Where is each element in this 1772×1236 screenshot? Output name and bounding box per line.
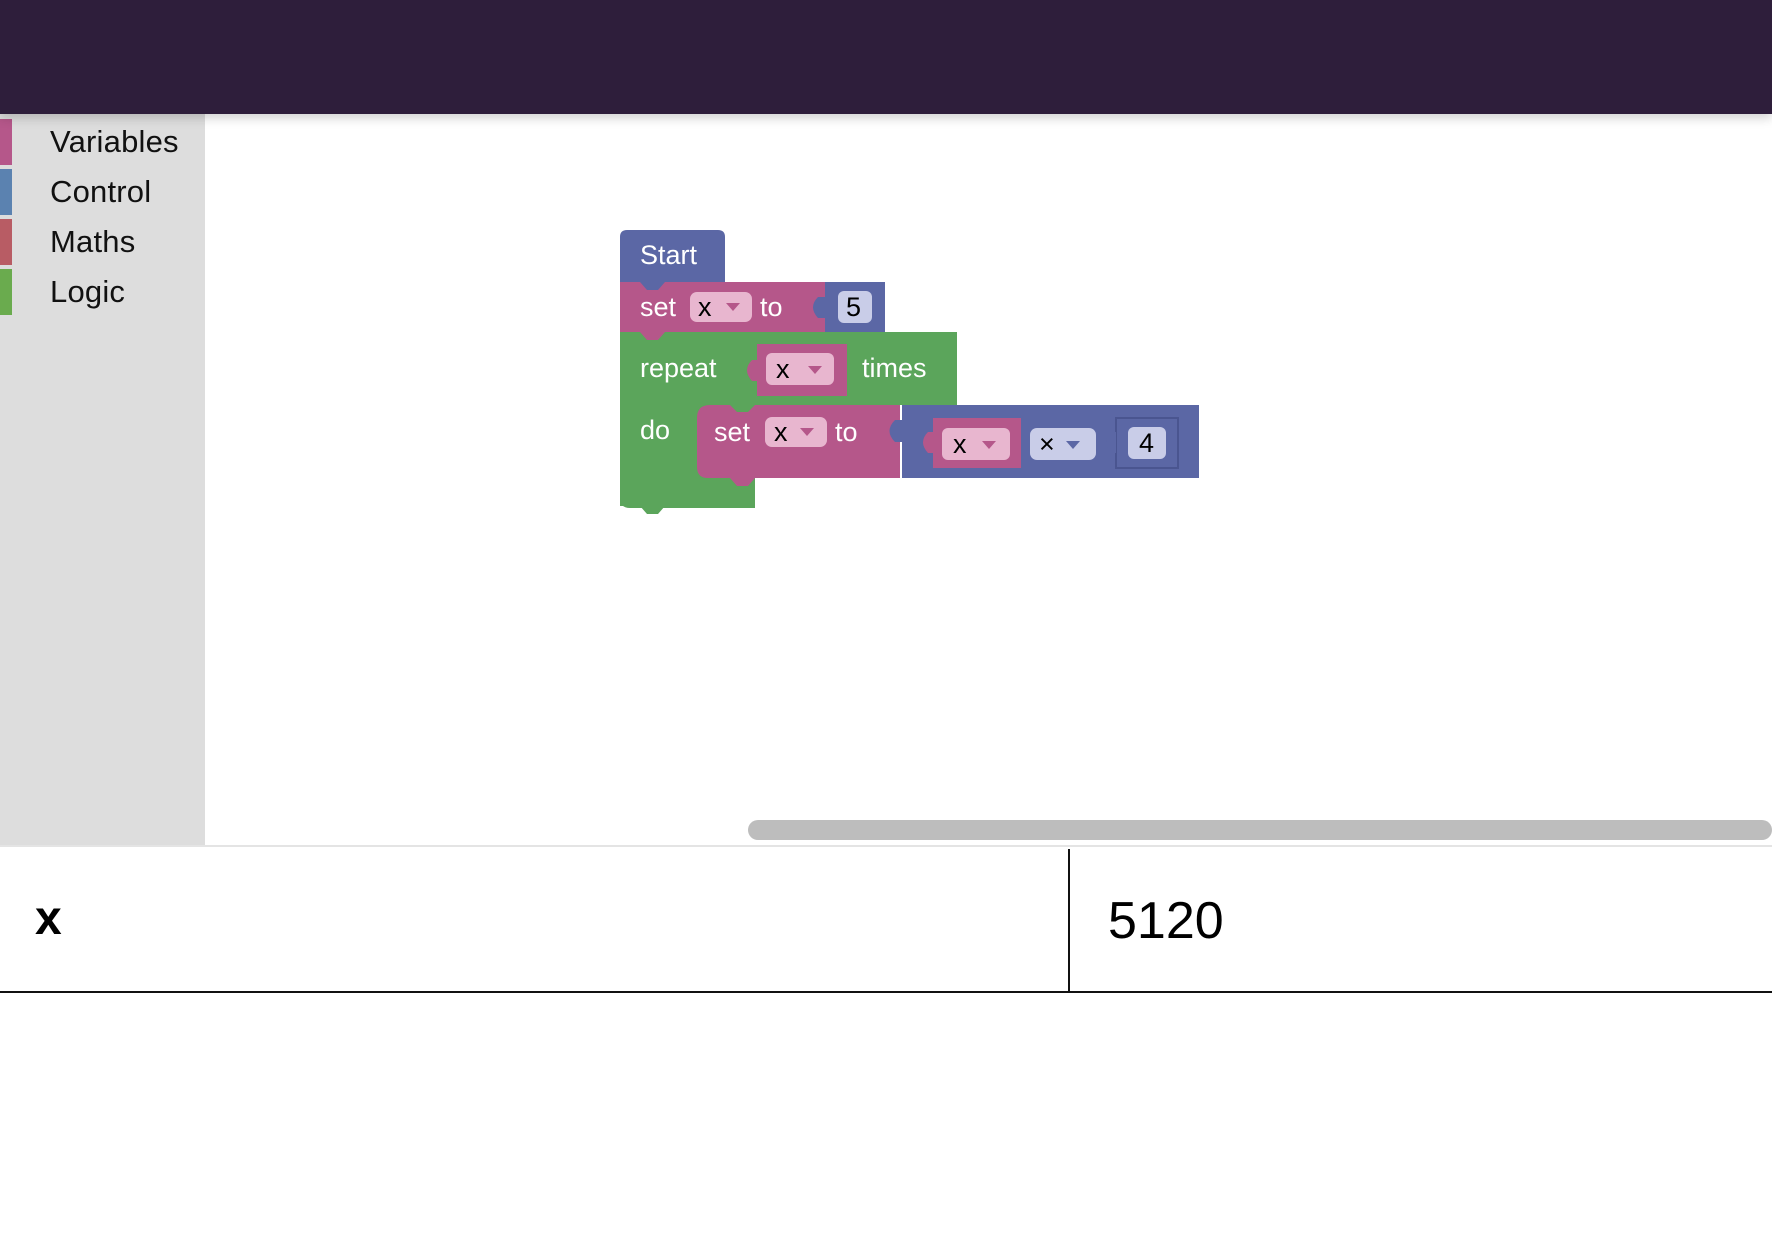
- variables-table: x 5120: [0, 845, 1772, 993]
- start-block[interactable]: Start: [620, 230, 725, 290]
- times-keyword: times: [862, 353, 927, 383]
- block-program: Start set x to 5 repeat x times do set x…: [620, 230, 1200, 514]
- variable-dropdown-label: x: [953, 429, 967, 459]
- number-input[interactable]: 5: [838, 291, 872, 323]
- operator-label: ×: [1039, 429, 1055, 459]
- variable-dropdown-label: x: [776, 354, 790, 384]
- arithmetic-block[interactable]: x × 4: [889, 405, 1200, 478]
- variable-dropdown-label: x: [698, 292, 712, 322]
- set-keyword: set: [640, 292, 677, 322]
- variable-dropdown[interactable]: x: [765, 417, 827, 447]
- inner-set-variable-block[interactable]: set x to: [697, 405, 900, 486]
- do-keyword: do: [640, 415, 670, 445]
- operator-dropdown[interactable]: ×: [1030, 428, 1096, 460]
- to-keyword: to: [835, 417, 858, 447]
- arithmetic-right-operand[interactable]: 4: [1106, 417, 1179, 469]
- start-label: Start: [640, 240, 698, 270]
- variable-dropdown-label: x: [774, 417, 788, 447]
- set-keyword: set: [714, 417, 751, 447]
- repeat-count-slot[interactable]: x: [747, 344, 847, 396]
- set-variable-block[interactable]: set x to 5: [620, 282, 885, 332]
- number-value: 4: [1139, 428, 1154, 458]
- horizontal-scrollbar[interactable]: [748, 820, 1772, 840]
- variable-dropdown[interactable]: x: [690, 292, 752, 322]
- variable-value: 5120: [1108, 892, 1224, 950]
- to-keyword: to: [760, 292, 783, 322]
- variable-name: x: [35, 892, 62, 945]
- column-divider: [1068, 849, 1070, 991]
- top-bar: [0, 0, 1772, 114]
- arithmetic-left-operand[interactable]: x: [923, 418, 1021, 468]
- repeat-keyword: repeat: [640, 353, 717, 383]
- number-value: 5: [846, 292, 861, 322]
